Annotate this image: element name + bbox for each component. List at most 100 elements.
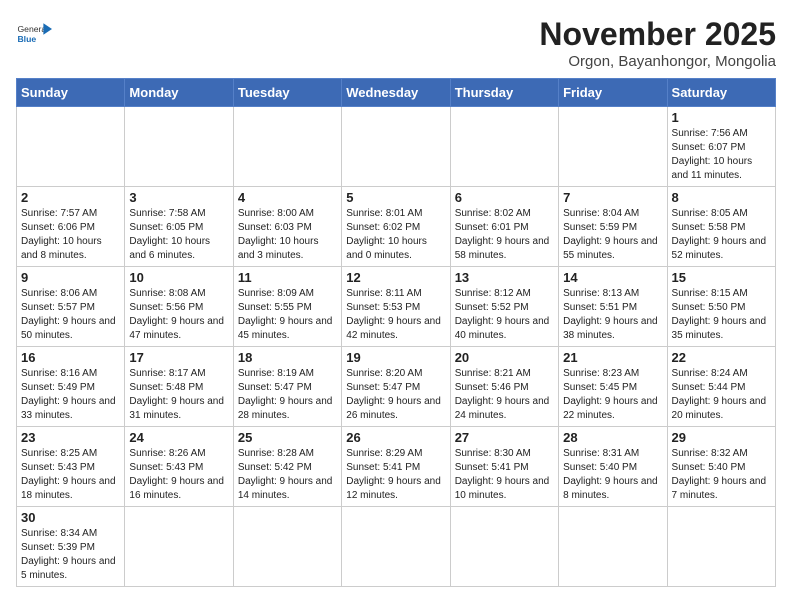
day-number: 15 <box>672 270 771 285</box>
day-info: Sunrise: 8:26 AM Sunset: 5:43 PM Dayligh… <box>129 447 228 503</box>
calendar-cell: 15 Sunrise: 8:15 AM Sunset: 5:50 PM Dayli… <box>667 267 775 347</box>
calendar-cell: 10 Sunrise: 8:08 AM Sunset: 5:56 PM Dayli… <box>125 267 233 347</box>
day-number: 5 <box>346 190 445 205</box>
calendar-cell <box>125 507 233 587</box>
generalblue-icon: General Blue <box>16 16 52 52</box>
calendar-cell: 21 Sunrise: 8:23 AM Sunset: 5:45 PM Dayli… <box>559 347 667 427</box>
day-info: Sunrise: 8:04 AM Sunset: 5:59 PM Dayligh… <box>563 207 662 263</box>
day-info: Sunrise: 7:56 AM Sunset: 6:07 PM Dayligh… <box>672 127 771 183</box>
svg-text:Blue: Blue <box>17 34 36 44</box>
day-number: 11 <box>238 270 337 285</box>
day-number: 18 <box>238 350 337 365</box>
calendar-cell: 8 Sunrise: 8:05 AM Sunset: 5:58 PM Daylig… <box>667 187 775 267</box>
calendar-cell: 27Sunrise: 8:30 AM Sunset: 5:41 PM Dayli… <box>450 427 558 507</box>
calendar-cell: 13Sunrise: 8:12 AM Sunset: 5:52 PM Dayli… <box>450 267 558 347</box>
calendar-cell: 9 Sunrise: 8:06 AM Sunset: 5:57 PM Daylig… <box>17 267 125 347</box>
day-number: 4 <box>238 190 337 205</box>
day-number: 8 <box>672 190 771 205</box>
day-info: Sunrise: 8:31 AM Sunset: 5:40 PM Dayligh… <box>563 447 662 503</box>
calendar-cell: 19 Sunrise: 8:20 AM Sunset: 5:47 PM Dayli… <box>342 347 450 427</box>
calendar-cell: 14Sunrise: 8:13 AM Sunset: 5:51 PM Dayli… <box>559 267 667 347</box>
day-info: Sunrise: 8:15 AM Sunset: 5:50 PM Dayligh… <box>672 287 771 343</box>
week-row-3: 16 Sunrise: 8:16 AM Sunset: 5:49 PM Dayli… <box>17 347 776 427</box>
calendar-cell <box>233 507 341 587</box>
day-number: 1 <box>672 110 771 125</box>
week-row-5: 30Sunrise: 8:34 AM Sunset: 5:39 PM Dayli… <box>17 507 776 587</box>
day-number: 17 <box>129 350 228 365</box>
calendar-cell: 11 Sunrise: 8:09 AM Sunset: 5:55 PM Dayli… <box>233 267 341 347</box>
day-header-sunday: Sunday <box>17 79 125 107</box>
day-header-friday: Friday <box>559 79 667 107</box>
calendar-cell: 12Sunrise: 8:11 AM Sunset: 5:53 PM Dayli… <box>342 267 450 347</box>
day-number: 26 <box>346 430 445 445</box>
day-info: Sunrise: 8:06 AM Sunset: 5:57 PM Dayligh… <box>21 287 120 343</box>
day-info: Sunrise: 8:09 AM Sunset: 5:55 PM Dayligh… <box>238 287 337 343</box>
calendar-cell <box>342 107 450 187</box>
day-number: 2 <box>21 190 120 205</box>
calendar-cell <box>559 507 667 587</box>
day-number: 3 <box>129 190 228 205</box>
page-header: General Blue November 2025 Orgon, Bayanh… <box>16 16 776 70</box>
calendar-header-row: SundayMondayTuesdayWednesdayThursdayFrid… <box>17 79 776 107</box>
calendar-cell: 4Sunrise: 8:00 AM Sunset: 6:03 PM Daylig… <box>233 187 341 267</box>
day-info: Sunrise: 8:30 AM Sunset: 5:41 PM Dayligh… <box>455 447 554 503</box>
calendar-table: SundayMondayTuesdayWednesdayThursdayFrid… <box>16 78 776 587</box>
day-info: Sunrise: 8:29 AM Sunset: 5:41 PM Dayligh… <box>346 447 445 503</box>
calendar-cell <box>450 107 558 187</box>
day-number: 16 <box>21 350 120 365</box>
day-info: Sunrise: 8:05 AM Sunset: 5:58 PM Dayligh… <box>672 207 771 263</box>
day-number: 22 <box>672 350 771 365</box>
day-info: Sunrise: 8:20 AM Sunset: 5:47 PM Dayligh… <box>346 367 445 423</box>
week-row-4: 23 Sunrise: 8:25 AM Sunset: 5:43 PM Dayli… <box>17 427 776 507</box>
week-row-1: 2 Sunrise: 7:57 AM Sunset: 6:06 PM Daylig… <box>17 187 776 267</box>
day-info: Sunrise: 8:08 AM Sunset: 5:56 PM Dayligh… <box>129 287 228 343</box>
calendar-cell: 3 Sunrise: 7:58 AM Sunset: 6:05 PM Daylig… <box>125 187 233 267</box>
day-header-monday: Monday <box>125 79 233 107</box>
day-info: Sunrise: 8:25 AM Sunset: 5:43 PM Dayligh… <box>21 447 120 503</box>
day-number: 24 <box>129 430 228 445</box>
calendar-cell: 20 Sunrise: 8:21 AM Sunset: 5:46 PM Dayli… <box>450 347 558 427</box>
calendar-cell: 23 Sunrise: 8:25 AM Sunset: 5:43 PM Dayli… <box>17 427 125 507</box>
day-header-wednesday: Wednesday <box>342 79 450 107</box>
day-number: 9 <box>21 270 120 285</box>
calendar-cell: 25Sunrise: 8:28 AM Sunset: 5:42 PM Dayli… <box>233 427 341 507</box>
day-number: 21 <box>563 350 662 365</box>
day-info: Sunrise: 7:58 AM Sunset: 6:05 PM Dayligh… <box>129 207 228 263</box>
calendar-cell: 28 Sunrise: 8:31 AM Sunset: 5:40 PM Dayli… <box>559 427 667 507</box>
calendar-cell: 18 Sunrise: 8:19 AM Sunset: 5:47 PM Dayli… <box>233 347 341 427</box>
day-number: 28 <box>563 430 662 445</box>
logo: General Blue <box>16 16 52 52</box>
day-header-tuesday: Tuesday <box>233 79 341 107</box>
day-info: Sunrise: 8:23 AM Sunset: 5:45 PM Dayligh… <box>563 367 662 423</box>
calendar-cell <box>125 107 233 187</box>
calendar-cell: 26 Sunrise: 8:29 AM Sunset: 5:41 PM Dayli… <box>342 427 450 507</box>
day-number: 13 <box>455 270 554 285</box>
day-info: Sunrise: 8:19 AM Sunset: 5:47 PM Dayligh… <box>238 367 337 423</box>
day-info: Sunrise: 8:24 AM Sunset: 5:44 PM Dayligh… <box>672 367 771 423</box>
day-number: 7 <box>563 190 662 205</box>
calendar-cell: 17 Sunrise: 8:17 AM Sunset: 5:48 PM Dayli… <box>125 347 233 427</box>
calendar-cell: 1 Sunrise: 7:56 AM Sunset: 6:07 PM Daylig… <box>667 107 775 187</box>
calendar-cell: 22 Sunrise: 8:24 AM Sunset: 5:44 PM Dayli… <box>667 347 775 427</box>
day-number: 10 <box>129 270 228 285</box>
day-number: 6 <box>455 190 554 205</box>
calendar-cell: 30Sunrise: 8:34 AM Sunset: 5:39 PM Dayli… <box>17 507 125 587</box>
day-number: 25 <box>238 430 337 445</box>
day-info: Sunrise: 8:13 AM Sunset: 5:51 PM Dayligh… <box>563 287 662 343</box>
calendar-cell <box>559 107 667 187</box>
week-row-2: 9 Sunrise: 8:06 AM Sunset: 5:57 PM Daylig… <box>17 267 776 347</box>
day-number: 20 <box>455 350 554 365</box>
calendar-cell: 7 Sunrise: 8:04 AM Sunset: 5:59 PM Daylig… <box>559 187 667 267</box>
calendar-cell: 2 Sunrise: 7:57 AM Sunset: 6:06 PM Daylig… <box>17 187 125 267</box>
day-info: Sunrise: 7:57 AM Sunset: 6:06 PM Dayligh… <box>21 207 120 263</box>
day-info: Sunrise: 8:17 AM Sunset: 5:48 PM Dayligh… <box>129 367 228 423</box>
month-title: November 2025 <box>539 16 776 53</box>
day-header-saturday: Saturday <box>667 79 775 107</box>
day-number: 19 <box>346 350 445 365</box>
day-info: Sunrise: 8:21 AM Sunset: 5:46 PM Dayligh… <box>455 367 554 423</box>
location-subtitle: Orgon, Bayanhongor, Mongolia <box>539 53 776 70</box>
day-info: Sunrise: 8:02 AM Sunset: 6:01 PM Dayligh… <box>455 207 554 263</box>
calendar-cell <box>450 507 558 587</box>
day-number: 23 <box>21 430 120 445</box>
day-info: Sunrise: 8:16 AM Sunset: 5:49 PM Dayligh… <box>21 367 120 423</box>
